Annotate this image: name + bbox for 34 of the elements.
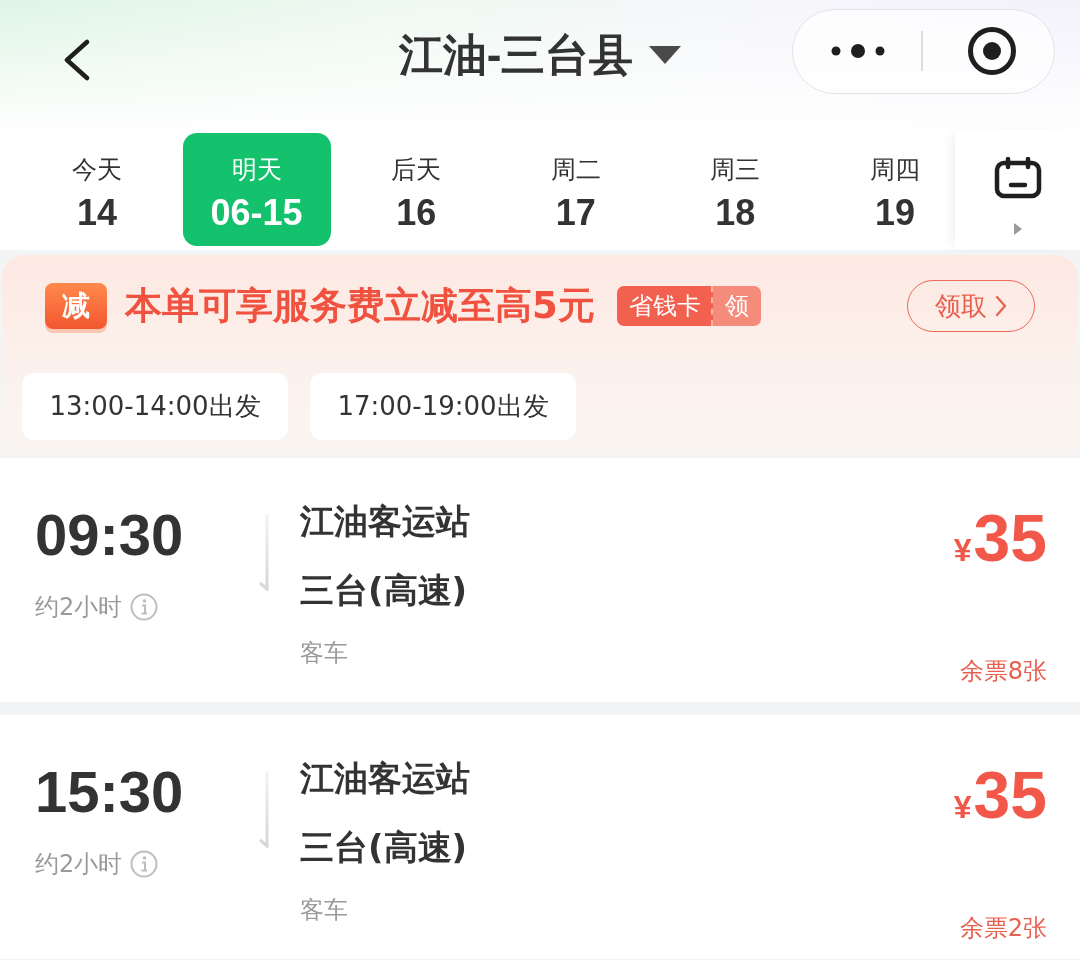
page-title[interactable]: 江油-三台县 [398, 27, 634, 83]
date-tab[interactable]: 周三 18 [661, 133, 810, 246]
date-tab[interactable]: 周四 19 [820, 133, 955, 246]
trip-card[interactable]: 09:30 约2小时 江油客运站 三台(高速) 客车 ¥35 余票8张 [0, 458, 1080, 702]
destination-station: 三台(高速) [300, 569, 469, 612]
tickets-left: 余票2张 [959, 913, 1047, 944]
promo-text: 本单可享服务费立减至高5元 [125, 283, 595, 329]
tickets-left: 余票8张 [959, 656, 1047, 687]
origin-station: 江油客运站 [300, 757, 471, 800]
duration-text: 约2小时 [35, 849, 123, 880]
dropdown-caret-icon[interactable] [649, 46, 682, 64]
vehicle-type: 客车 [300, 895, 349, 926]
duration-text: 约2小时 [35, 592, 123, 623]
departure-time: 09:30 [35, 501, 185, 569]
caret-right-icon [1013, 223, 1022, 235]
more-icon[interactable] [831, 44, 885, 58]
date-tab[interactable]: 今天 14 [23, 133, 171, 246]
target-icon[interactable] [966, 26, 1017, 76]
calendar-icon [993, 157, 1042, 199]
trip-card[interactable]: 15:30 约2小时 江油客运站 三台(高速) 客车 ¥35 余票2张 [0, 715, 1080, 959]
time-filter-chip[interactable]: 17:00-19:00出发 [310, 373, 576, 440]
time-filter-chip[interactable]: 13:00-14:00出发 [22, 373, 288, 440]
savings-card-label: 省钱卡 [616, 286, 713, 326]
departure-time: 15:30 [35, 758, 185, 826]
chevron-right-icon [995, 295, 1007, 317]
calendar-button[interactable] [955, 130, 1080, 250]
ticket-price: ¥35 [953, 500, 1047, 577]
ticket-price: ¥35 [953, 757, 1047, 834]
date-tab[interactable]: 周二 17 [501, 133, 650, 246]
date-tab[interactable]: 后天 16 [342, 133, 491, 246]
origin-station: 江油客运站 [300, 500, 471, 543]
destination-station: 三台(高速) [300, 826, 469, 869]
back-icon[interactable] [62, 39, 90, 81]
vehicle-type: 客车 [300, 638, 349, 669]
